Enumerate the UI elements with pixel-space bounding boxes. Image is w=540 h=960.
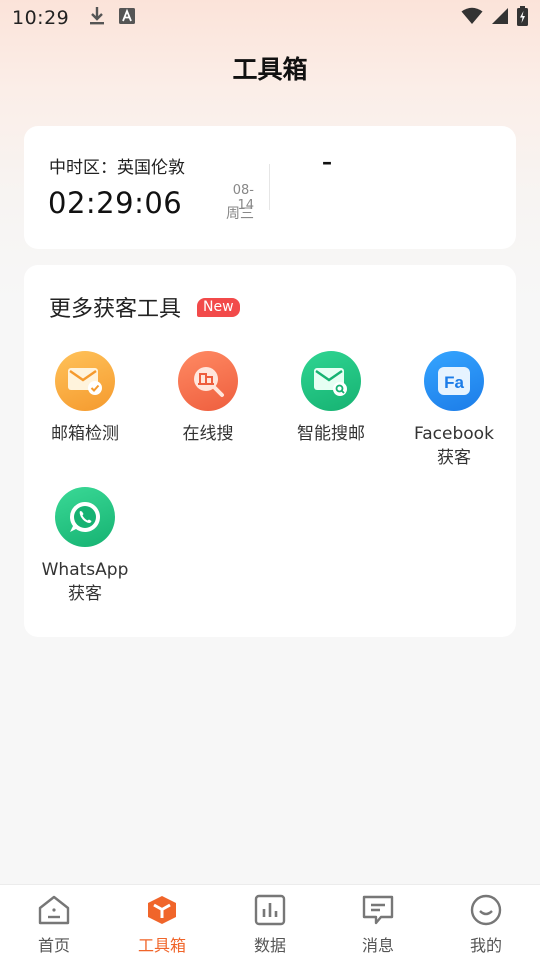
battery-icon (517, 6, 528, 30)
bottom-tab-bar: 首页 工具箱 数据 消息 我的 (0, 884, 540, 960)
tool-label: 邮箱检测 (51, 424, 119, 444)
profile-icon (469, 894, 503, 930)
tool-label: 在线搜 (182, 424, 234, 444)
tab-data[interactable]: 数据 (216, 885, 324, 960)
tab-messages[interactable]: 消息 (324, 885, 432, 960)
tool-label: Facebook 获客 (414, 424, 494, 468)
world-clock-card[interactable]: 中时区：英国伦敦 02:29:06 08-14 周三 – (24, 126, 516, 249)
home-icon (37, 894, 71, 930)
toolbox-icon (145, 894, 179, 930)
tool-smart-email-search[interactable]: 智能搜邮 (271, 351, 391, 446)
tool-email-check[interactable]: 邮箱检测 (25, 351, 145, 446)
mail-check-icon (55, 351, 115, 411)
clock-weekday: 周三 (226, 206, 254, 222)
tool-label: WhatsApp 获客 (41, 560, 129, 604)
wifi-icon (461, 7, 483, 29)
chart-icon (253, 894, 287, 930)
status-time: 10:29 (12, 7, 70, 29)
new-badge: New (197, 297, 240, 317)
tool-whatsapp-leads[interactable]: WhatsApp 获客 (25, 487, 145, 606)
page-title: 工具箱 (232, 55, 308, 84)
clock-divider (269, 164, 270, 210)
tab-profile[interactable]: 我的 (432, 885, 540, 960)
svg-text:Fa: Fa (444, 373, 464, 392)
tool-online-search[interactable]: 在线搜 (148, 351, 268, 446)
tab-label: 消息 (361, 936, 394, 955)
tab-label: 数据 (253, 936, 286, 955)
tab-label: 我的 (469, 936, 502, 955)
tools-card: 更多获客工具 New 邮箱检测 在线搜 智能搜邮 Fa Facebook 获客 … (24, 265, 516, 637)
whatsapp-icon (55, 487, 115, 547)
status-bar: 10:29 (0, 0, 540, 36)
facebook-icon: Fa (424, 351, 484, 411)
download-icon (89, 6, 105, 30)
second-clock-placeholder[interactable]: – (322, 150, 332, 174)
tab-label: 首页 (37, 936, 70, 955)
tools-title: 更多获客工具 (49, 297, 182, 322)
clock-time: 02:29:06 (48, 186, 183, 220)
tab-home[interactable]: 首页 (0, 885, 108, 960)
tool-label: 智能搜邮 (297, 424, 365, 444)
tab-label: 工具箱 (137, 936, 186, 955)
timezone-label: 中时区：英国伦敦 (49, 158, 185, 178)
message-icon (361, 894, 395, 930)
a-icon (119, 8, 136, 28)
search-building-icon (178, 351, 238, 411)
tools-header: 更多获客工具 New (49, 291, 240, 323)
mail-search-icon (301, 351, 361, 411)
signal-icon (491, 7, 509, 29)
tab-toolbox[interactable]: 工具箱 (108, 885, 216, 960)
tool-facebook-leads[interactable]: Fa Facebook 获客 (394, 351, 514, 470)
